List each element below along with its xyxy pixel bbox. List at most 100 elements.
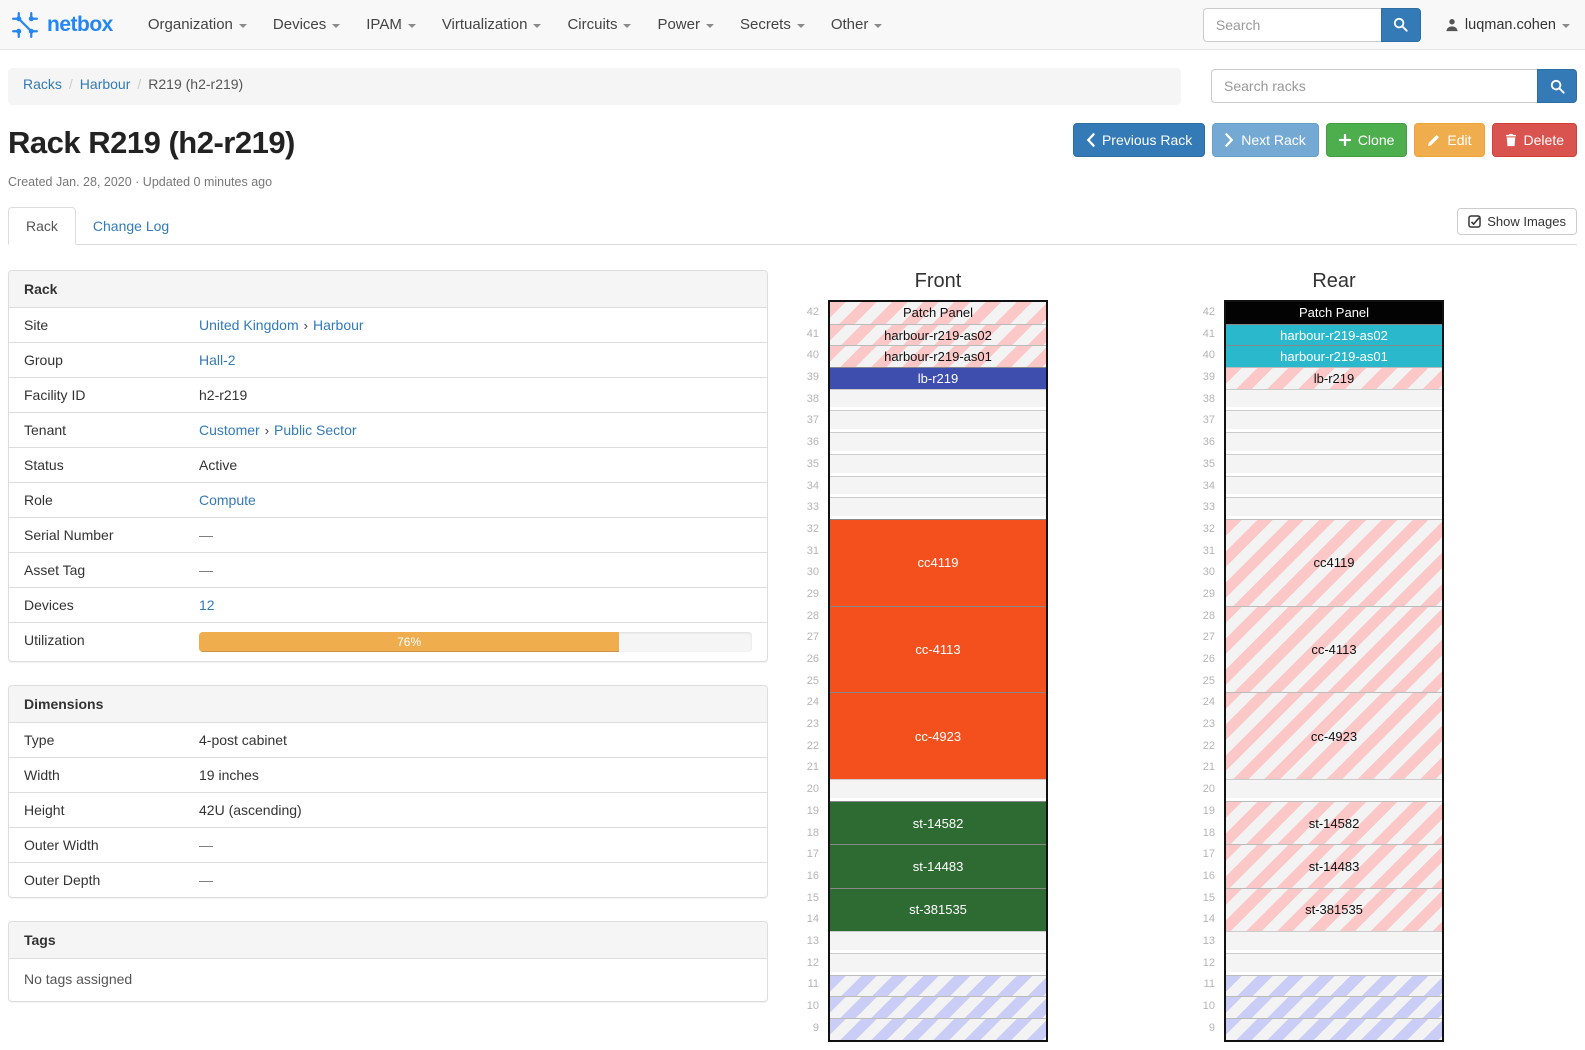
reserved-unit-11[interactable] xyxy=(830,975,1046,997)
unit-number: 39 xyxy=(798,367,828,389)
reserved-unit-10[interactable] xyxy=(1226,996,1442,1018)
attr-label: Facility ID xyxy=(9,378,199,412)
nav-menu-virtualization[interactable]: Virtualization xyxy=(429,0,555,49)
unit-number: 42 xyxy=(798,302,828,324)
unit-number: 35 xyxy=(1194,454,1224,476)
global-search-input[interactable] xyxy=(1203,8,1381,42)
show-images-button[interactable]: Show Images xyxy=(1457,208,1577,235)
device-st-14582-u19[interactable]: st-14582 xyxy=(830,801,1046,844)
breadcrumb-item-racks[interactable]: Racks xyxy=(23,76,62,92)
empty-unit-33 xyxy=(830,497,1046,519)
nav-menu-other[interactable]: Other xyxy=(818,0,896,49)
chevron-down-icon xyxy=(1562,24,1570,28)
attr-label: Devices xyxy=(9,588,199,622)
nav-menu-power[interactable]: Power xyxy=(644,0,727,49)
device-cc4119-u32[interactable]: cc4119 xyxy=(830,519,1046,606)
device-lb-r219-u39[interactable]: lb-r219 xyxy=(1226,367,1442,389)
device-st-381535-u15[interactable]: st-381535 xyxy=(830,888,1046,931)
attr-value: United Kingdom›Harbour xyxy=(199,308,767,342)
unit-number: 9 xyxy=(1194,1018,1224,1040)
attr-value: 76% xyxy=(199,623,767,661)
reserved-unit-9[interactable] xyxy=(830,1018,1046,1040)
chevron-down-icon xyxy=(623,24,631,28)
next-rack-label: Next Rack xyxy=(1241,132,1306,148)
empty-unit-34 xyxy=(1226,476,1442,498)
attr-label: Status xyxy=(9,448,199,482)
unit-number: 36 xyxy=(1194,432,1224,454)
delete-button[interactable]: Delete xyxy=(1492,123,1577,157)
empty-unit-12 xyxy=(830,953,1046,975)
nav-menu-devices[interactable]: Devices xyxy=(260,0,353,49)
plus-icon xyxy=(1339,134,1351,146)
unit-number: 30 xyxy=(798,562,828,584)
tab-change-log[interactable]: Change Log xyxy=(76,208,186,244)
link-hall-2[interactable]: Hall-2 xyxy=(199,352,236,368)
breadcrumb-item-harbour[interactable]: Harbour xyxy=(80,76,131,92)
link-compute[interactable]: Compute xyxy=(199,492,256,508)
attr-row-type: Type4-post cabinet xyxy=(9,723,767,757)
show-images-label: Show Images xyxy=(1487,214,1566,229)
unit-number: 32 xyxy=(1194,519,1224,541)
device-label: cc-4113 xyxy=(1311,642,1356,657)
device-st-14483-u17[interactable]: st-14483 xyxy=(1226,844,1442,887)
rack-search-button[interactable] xyxy=(1537,69,1577,103)
attr-row-outer-width: Outer Width— xyxy=(9,827,767,862)
unit-number: 27 xyxy=(798,627,828,649)
reserved-unit-10[interactable] xyxy=(830,996,1046,1018)
device-cc4119-u32[interactable]: cc4119 xyxy=(1226,519,1442,606)
unit-number: 41 xyxy=(798,324,828,346)
netbox-brand[interactable]: netbox xyxy=(10,10,113,40)
device-st-381535-u15[interactable]: st-381535 xyxy=(1226,888,1442,931)
attr-value: 12 xyxy=(199,588,767,622)
breadcrumb: Racks/Harbour/R219 (h2-r219) xyxy=(8,68,1181,105)
unit-number: 37 xyxy=(798,410,828,432)
attr-label: Type xyxy=(9,723,199,757)
device-cc-4923-u24[interactable]: cc-4923 xyxy=(1226,692,1442,779)
device-cc-4923-u24[interactable]: cc-4923 xyxy=(830,692,1046,779)
clone-button[interactable]: Clone xyxy=(1326,123,1408,157)
unit-number: 35 xyxy=(798,454,828,476)
tab-rack[interactable]: Rack xyxy=(8,207,76,245)
device-harbour-r219-as02-u41[interactable]: harbour-r219-as02 xyxy=(1226,324,1442,346)
device-cc-4113-u28[interactable]: cc-4113 xyxy=(830,606,1046,693)
link-public-sector[interactable]: Public Sector xyxy=(274,422,356,438)
device-cc-4113-u28[interactable]: cc-4113 xyxy=(1226,606,1442,693)
nav-menu-circuits[interactable]: Circuits xyxy=(554,0,644,49)
link-harbour[interactable]: Harbour xyxy=(313,317,364,333)
device-st-14582-u19[interactable]: st-14582 xyxy=(1226,801,1442,844)
unit-number: 39 xyxy=(1194,367,1224,389)
global-search-button[interactable] xyxy=(1381,8,1421,42)
device-label: Patch Panel xyxy=(1299,305,1369,320)
device-label: harbour-r219-as02 xyxy=(1280,328,1388,343)
attr-row-devices: Devices12 xyxy=(9,587,767,622)
link-united-kingdom[interactable]: United Kingdom xyxy=(199,317,299,333)
attr-row-height: Height42U (ascending) xyxy=(9,792,767,827)
previous-rack-button[interactable]: Previous Rack xyxy=(1073,123,1205,157)
empty-unit-13 xyxy=(830,931,1046,953)
nav-menu-ipam[interactable]: IPAM xyxy=(353,0,429,49)
device-lb-r219-u39[interactable]: lb-r219 xyxy=(830,367,1046,389)
device-patch-panel-u42[interactable]: Patch Panel xyxy=(1226,302,1442,324)
attr-label: Site xyxy=(9,308,199,342)
link-customer[interactable]: Customer xyxy=(199,422,260,438)
empty-unit-38 xyxy=(1226,389,1442,411)
rack-search-input[interactable] xyxy=(1211,69,1537,103)
nav-menu-organization[interactable]: Organization xyxy=(135,0,260,49)
reserved-unit-11[interactable] xyxy=(1226,975,1442,997)
front-rack: Patch Panelharbour-r219-as02harbour-r219… xyxy=(828,300,1048,1042)
device-harbour-r219-as02-u41[interactable]: harbour-r219-as02 xyxy=(830,324,1046,346)
edit-button[interactable]: Edit xyxy=(1414,123,1484,157)
device-st-14483-u17[interactable]: st-14483 xyxy=(830,844,1046,887)
user-menu[interactable]: luqman.cohen xyxy=(1445,17,1570,33)
device-harbour-r219-as01-u40[interactable]: harbour-r219-as01 xyxy=(830,345,1046,367)
unit-number: 22 xyxy=(798,736,828,758)
link-12[interactable]: 12 xyxy=(199,597,215,613)
reserved-unit-9[interactable] xyxy=(1226,1018,1442,1040)
device-patch-panel-u42[interactable]: Patch Panel xyxy=(830,302,1046,324)
empty-unit-36 xyxy=(830,432,1046,454)
next-rack-button[interactable]: Next Rack xyxy=(1212,123,1319,157)
rack-panel-body: SiteUnited Kingdom›HarbourGroupHall-2Fac… xyxy=(9,308,767,661)
device-harbour-r219-as01-u40[interactable]: harbour-r219-as01 xyxy=(1226,345,1442,367)
rack-panel: Rack SiteUnited Kingdom›HarbourGroupHall… xyxy=(8,270,768,662)
nav-menu-secrets[interactable]: Secrets xyxy=(727,0,818,49)
